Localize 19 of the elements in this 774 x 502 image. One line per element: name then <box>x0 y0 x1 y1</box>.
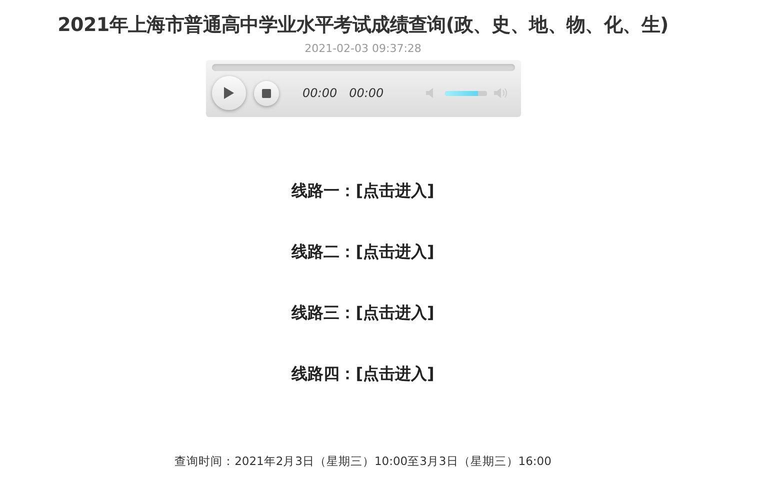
play-icon <box>222 86 234 100</box>
stop-icon <box>262 88 270 98</box>
duration: 00:00 <box>349 86 384 100</box>
route-label: 线路一： <box>292 181 356 200</box>
route-label: 线路三： <box>292 303 356 322</box>
stop-button[interactable] <box>254 80 278 106</box>
volume-icon <box>492 87 506 99</box>
route-label: 线路二： <box>292 242 356 261</box>
volume-slider[interactable] <box>444 90 486 96</box>
publish-date: 2021-02-03 09:37:28 <box>304 42 422 55</box>
enter-link[interactable]: [点击进入] <box>356 181 434 200</box>
enter-link[interactable]: [点击进入] <box>356 364 434 383</box>
current-time: 00:00 <box>302 86 338 100</box>
enter-link[interactable]: [点击进入] <box>356 303 434 322</box>
route-label: 线路四： <box>292 364 356 383</box>
page-title: 2021年上海市普通高中学业水平考试成绩查询(政、史、地、物、化、生) <box>58 13 668 38</box>
play-button[interactable] <box>212 76 246 110</box>
enter-link[interactable]: [点击进入] <box>356 242 434 261</box>
query-time-note: 查询时间：2021年2月3日（星期三）10:00至3月3日（星期三）16:00 <box>174 454 552 469</box>
